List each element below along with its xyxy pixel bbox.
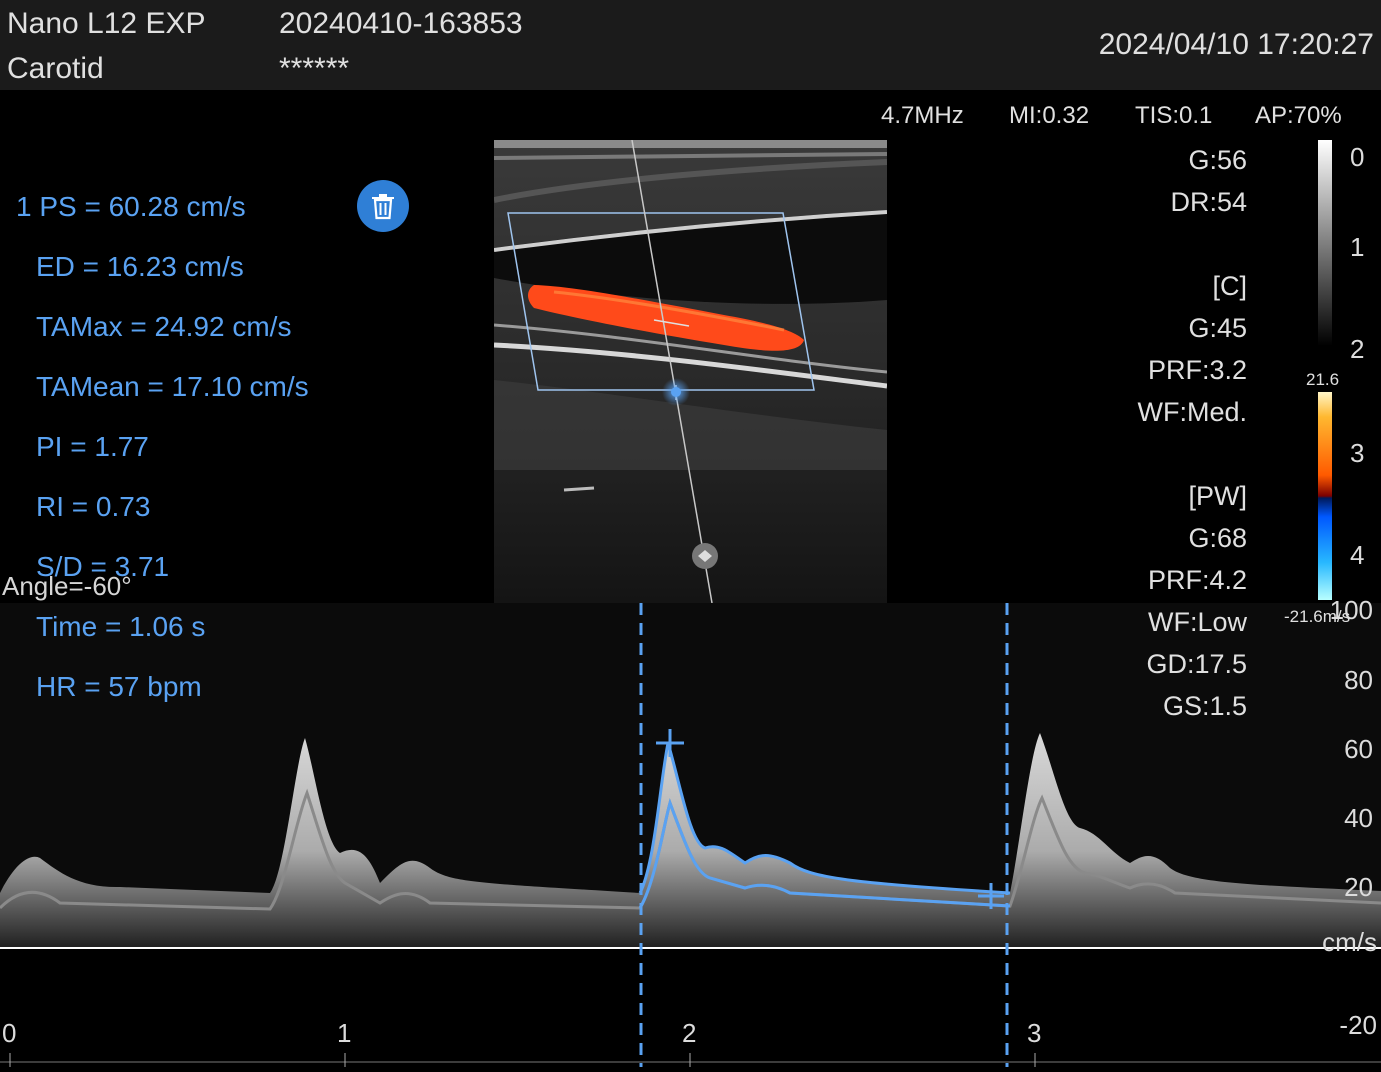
grayscale-bar bbox=[1318, 140, 1332, 346]
time-readout: Time = 1.06 s bbox=[36, 611, 205, 643]
velocity-tick: -20 bbox=[1339, 1010, 1377, 1041]
time-tick: 1 bbox=[337, 1018, 351, 1049]
delete-measurement-button[interactable] bbox=[357, 180, 409, 232]
dynamic-range: DR:54 bbox=[1170, 187, 1247, 218]
depth-tick: 1 bbox=[1350, 232, 1364, 263]
pw-gain: G:68 bbox=[1188, 523, 1247, 554]
color-wall-filter: WF:Med. bbox=[1137, 397, 1247, 428]
gate-size: GS:1.5 bbox=[1163, 691, 1247, 722]
time-tick: 0 bbox=[2, 1018, 16, 1049]
tis-readout: TIS:0.1 bbox=[1135, 102, 1212, 130]
velocity-tick: 60 bbox=[1344, 734, 1373, 765]
color-velocity-bar bbox=[1318, 392, 1332, 600]
velocity-tick: 40 bbox=[1344, 803, 1373, 834]
velocity-unit: cm/s bbox=[1322, 927, 1377, 958]
depth-tick: 3 bbox=[1350, 438, 1364, 469]
pw-wall-filter: WF:Low bbox=[1148, 607, 1247, 638]
probe-name: Nano L12 EXP bbox=[7, 7, 205, 41]
pi-readout: PI = 1.77 bbox=[36, 431, 149, 463]
end-diastolic-readout: ED = 16.23 cm/s bbox=[36, 251, 244, 283]
bmode-image[interactable]: E bbox=[494, 140, 887, 603]
velocity-tick: 20 bbox=[1344, 872, 1373, 903]
trash-icon bbox=[370, 192, 396, 220]
peak-systolic-readout: 1 PS = 60.28 cm/s bbox=[16, 191, 246, 223]
pw-prf: PRF:4.2 bbox=[1148, 565, 1247, 596]
angle-readout: Angle=-60° bbox=[2, 571, 132, 602]
color-header: [C] bbox=[1212, 271, 1247, 302]
frequency-readout: 4.7MHz bbox=[881, 102, 964, 130]
depth-tick: 4 bbox=[1350, 540, 1364, 571]
bmode-image-svg bbox=[494, 140, 887, 603]
header-bar: Nano L12 EXP Carotid 20240410-163853 ***… bbox=[0, 0, 1381, 90]
tamean-readout: TAMean = 17.10 cm/s bbox=[36, 371, 309, 403]
datetime: 2024/04/10 17:20:27 bbox=[1099, 28, 1374, 62]
depth-tick: 2 bbox=[1350, 334, 1364, 365]
heart-rate-readout: HR = 57 bpm bbox=[36, 671, 202, 703]
color-prf: PRF:3.2 bbox=[1148, 355, 1247, 386]
depth-tick: 0 bbox=[1350, 142, 1364, 173]
patient-name: ****** bbox=[279, 52, 349, 86]
ap-readout: AP:70% bbox=[1255, 102, 1342, 130]
color-gain: G:45 bbox=[1188, 313, 1247, 344]
pw-header: [PW] bbox=[1189, 481, 1248, 512]
color-scale-max: 21.6 bbox=[1306, 370, 1339, 390]
bmode-gain: G:56 bbox=[1188, 145, 1247, 176]
time-tick: 2 bbox=[682, 1018, 696, 1049]
preset-name: Carotid bbox=[7, 52, 104, 86]
velocity-tick: 80 bbox=[1344, 665, 1373, 696]
ri-readout: RI = 0.73 bbox=[36, 491, 150, 523]
time-tick: 3 bbox=[1027, 1018, 1041, 1049]
color-scale-min: -21.6m/s bbox=[1284, 607, 1350, 627]
tamax-readout: TAMax = 24.92 cm/s bbox=[36, 311, 291, 343]
gate-depth: GD:17.5 bbox=[1146, 649, 1247, 680]
exam-id: 20240410-163853 bbox=[279, 7, 523, 41]
mi-readout: MI:0.32 bbox=[1009, 102, 1089, 130]
